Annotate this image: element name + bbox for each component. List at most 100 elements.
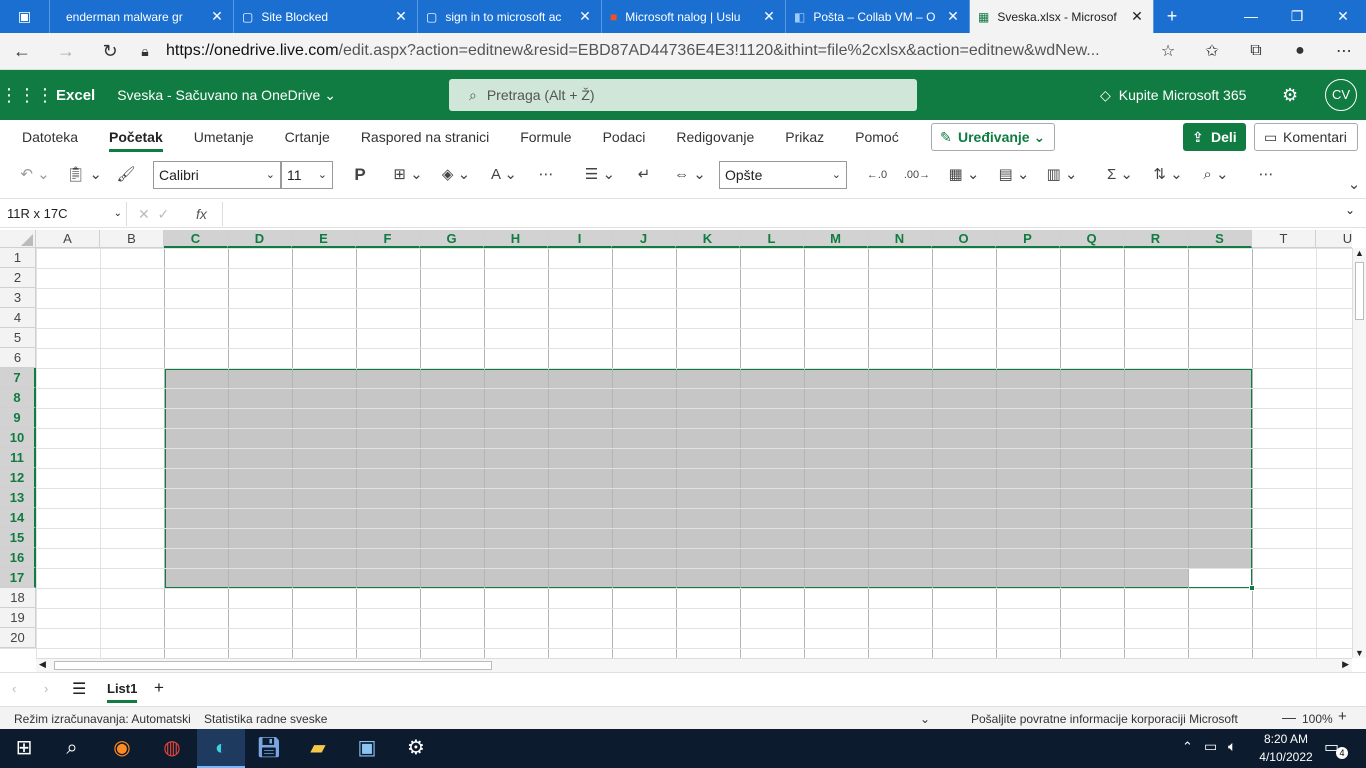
- column-header-J[interactable]: J: [612, 230, 676, 248]
- browser-tab-0[interactable]: ▣: [0, 0, 50, 33]
- tab-formule[interactable]: Formule: [520, 120, 571, 154]
- horizontal-scrollbar[interactable]: ◀ ▶: [36, 658, 1352, 672]
- column-header-S[interactable]: S: [1188, 230, 1252, 248]
- format-as-table-icon[interactable]: ▤ ⌄: [994, 162, 1034, 188]
- column-header-F[interactable]: F: [356, 230, 420, 248]
- row-header-18[interactable]: 18: [0, 588, 36, 608]
- format-painter-icon[interactable]: 🖌︎: [112, 162, 140, 188]
- browser-tab-1[interactable]: enderman malware gr ✕: [50, 0, 234, 33]
- chrome-icon[interactable]: ◍: [148, 729, 196, 768]
- column-header-A[interactable]: A: [36, 230, 100, 248]
- tab-podaci[interactable]: Podaci: [603, 120, 646, 154]
- bold-button[interactable]: P: [346, 162, 374, 188]
- editing-mode-button[interactable]: ✎ Uređivanje ⌄: [931, 123, 1055, 151]
- add-sheet-icon[interactable]: +: [154, 678, 164, 698]
- comments-button[interactable]: ▭ Komentari: [1254, 123, 1358, 151]
- chevron-down-icon[interactable]: ⌄: [920, 712, 930, 726]
- font-color-icon[interactable]: A ⌄: [484, 162, 524, 188]
- column-header-I[interactable]: I: [548, 230, 612, 248]
- expand-formula-icon[interactable]: ⌄: [1345, 203, 1355, 217]
- font-name-select[interactable]: Calibri ⌄: [153, 161, 281, 189]
- number-format-select[interactable]: Opšte ⌄: [719, 161, 847, 189]
- calc-mode[interactable]: Režim izračunavanja: Automatski: [14, 712, 191, 726]
- more-options-icon[interactable]: ⋯: [532, 162, 560, 188]
- fill-color-icon[interactable]: ◈ ⌄: [436, 162, 476, 188]
- paste-icon[interactable]: 📋︎ ⌄: [64, 162, 104, 188]
- ribbon-collapse-icon[interactable]: ⌄: [1344, 172, 1364, 198]
- close-tab-icon[interactable]: ✕: [577, 8, 593, 25]
- avatar[interactable]: CV: [1325, 79, 1357, 111]
- restore-icon[interactable]: ❐: [1274, 0, 1320, 33]
- all-sheets-icon[interactable]: ☰: [72, 679, 86, 699]
- edge-icon[interactable]: ◐: [197, 729, 245, 768]
- column-header-T[interactable]: T: [1252, 230, 1316, 248]
- search-box[interactable]: ⌕ Pretraga (Alt + Ž): [449, 79, 917, 111]
- close-tab-icon[interactable]: ✕: [945, 8, 961, 25]
- tab-prikaz[interactable]: Prikaz: [785, 120, 824, 154]
- tab-datoteka[interactable]: Datoteka: [22, 120, 78, 154]
- feedback-link[interactable]: Pošaljite povratne informacije korporaci…: [971, 712, 1238, 726]
- gear-icon[interactable]: ⚙: [1282, 70, 1298, 120]
- tray-chevron-up-icon[interactable]: ⌃: [1182, 739, 1193, 755]
- row-header-11[interactable]: 11: [0, 448, 36, 468]
- column-header-P[interactable]: P: [996, 230, 1060, 248]
- scroll-thumb[interactable]: [1355, 262, 1364, 320]
- column-header-C[interactable]: C: [164, 230, 228, 248]
- increase-decimal-icon[interactable]: .00→: [902, 162, 932, 188]
- tab-umetanje[interactable]: Umetanje: [194, 120, 254, 154]
- more-tools-icon[interactable]: ⋯: [1252, 162, 1280, 188]
- url-field[interactable]: https://onedrive.live.com/edit.aspx?acti…: [166, 37, 1138, 66]
- workbook-stats[interactable]: Statistika radne sveske: [204, 712, 327, 726]
- row-header-5[interactable]: 5: [0, 328, 36, 348]
- find-icon[interactable]: ⌕ ⌄: [1196, 162, 1236, 188]
- insert-function-button[interactable]: fx: [196, 202, 207, 226]
- browser-tab-5[interactable]: ◧ Pošta – Collab VM – O ✕: [786, 0, 970, 33]
- network-icon[interactable]: ▭: [1204, 738, 1217, 755]
- column-header-R[interactable]: R: [1124, 230, 1188, 248]
- cell-styles-icon[interactable]: ▥ ⌄: [1042, 162, 1082, 188]
- row-header-10[interactable]: 10: [0, 428, 36, 448]
- more-icon[interactable]: ⋯: [1322, 41, 1366, 61]
- column-header-D[interactable]: D: [228, 230, 292, 248]
- firefox-icon[interactable]: ◉: [98, 729, 146, 768]
- tab-pocetak[interactable]: Početak: [109, 120, 163, 154]
- column-header-K[interactable]: K: [676, 230, 740, 248]
- windows-start-icon[interactable]: ⊞: [0, 729, 48, 768]
- tab-crtanje[interactable]: Crtanje: [285, 120, 330, 154]
- column-header-U[interactable]: U: [1316, 230, 1352, 248]
- file-explorer-icon[interactable]: ▰: [294, 729, 342, 768]
- buy-microsoft365-link[interactable]: ◇ Kupite Microsoft 365: [1100, 70, 1246, 120]
- close-tab-icon[interactable]: ✕: [209, 8, 225, 25]
- close-tab-icon[interactable]: ✕: [1129, 8, 1145, 25]
- scroll-left-icon[interactable]: ◀: [39, 659, 46, 670]
- column-header-E[interactable]: E: [292, 230, 356, 248]
- tab-actions-icon[interactable]: ▣: [18, 8, 31, 25]
- app-name[interactable]: Excel: [56, 87, 95, 104]
- column-header-B[interactable]: B: [100, 230, 164, 248]
- zoom-level[interactable]: 100%: [1302, 712, 1333, 726]
- volume-icon[interactable]: 🔈︎: [1228, 738, 1236, 755]
- scroll-up-icon[interactable]: ▲: [1353, 248, 1366, 258]
- browser-tab-4[interactable]: ■ Microsoft nalog | Uslu ✕: [602, 0, 786, 33]
- row-header-4[interactable]: 4: [0, 308, 36, 328]
- column-header-G[interactable]: G: [420, 230, 484, 248]
- decrease-decimal-icon[interactable]: ←.0: [862, 162, 892, 188]
- profile-icon[interactable]: ●: [1278, 42, 1322, 60]
- minimize-icon[interactable]: —: [1228, 0, 1274, 33]
- settings-icon[interactable]: ⚙: [392, 729, 440, 768]
- prev-sheet-icon[interactable]: ‹: [12, 681, 16, 696]
- refresh-icon[interactable]: ↻: [88, 41, 132, 62]
- column-header-H[interactable]: H: [484, 230, 548, 248]
- control-panel-icon[interactable]: ▣: [343, 729, 391, 768]
- autosum-icon[interactable]: Σ ⌄: [1100, 162, 1140, 188]
- merge-icon[interactable]: ⇔ ⌄: [670, 162, 710, 188]
- scroll-right-icon[interactable]: ▶: [1342, 659, 1349, 670]
- sheet-tab-list1[interactable]: List1: [107, 681, 138, 703]
- font-size-select[interactable]: 11 ⌄: [281, 161, 333, 189]
- active-cell[interactable]: [1189, 569, 1251, 587]
- tab-pomoc[interactable]: Pomoć: [855, 120, 899, 154]
- close-window-icon[interactable]: ✕: [1320, 0, 1366, 33]
- name-box[interactable]: 11R x 17C ⌄: [3, 202, 127, 226]
- row-header-14[interactable]: 14: [0, 508, 36, 528]
- row-header-2[interactable]: 2: [0, 268, 36, 288]
